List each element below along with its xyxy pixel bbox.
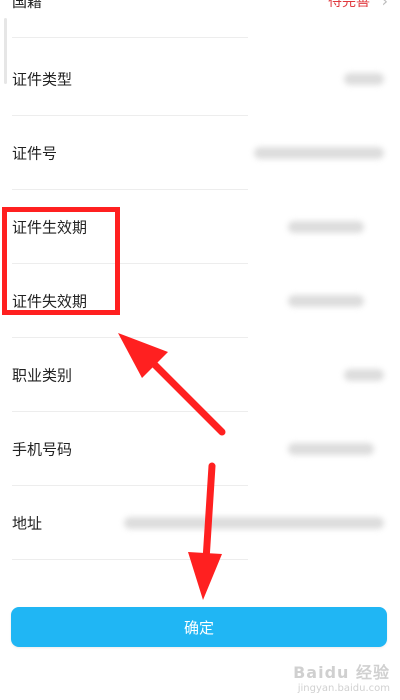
confirm-button[interactable]: 确定 (11, 607, 387, 647)
watermark: Baidu 经验 jingyan.baidu.com (293, 659, 390, 694)
annotation-arrow-down (188, 462, 222, 600)
watermark-url: jingyan.baidu.com (297, 683, 390, 694)
annotation-arrow-up-left (118, 333, 226, 436)
annotation-arrows (118, 333, 226, 600)
watermark-logo: Baidu 经验 (293, 663, 390, 682)
